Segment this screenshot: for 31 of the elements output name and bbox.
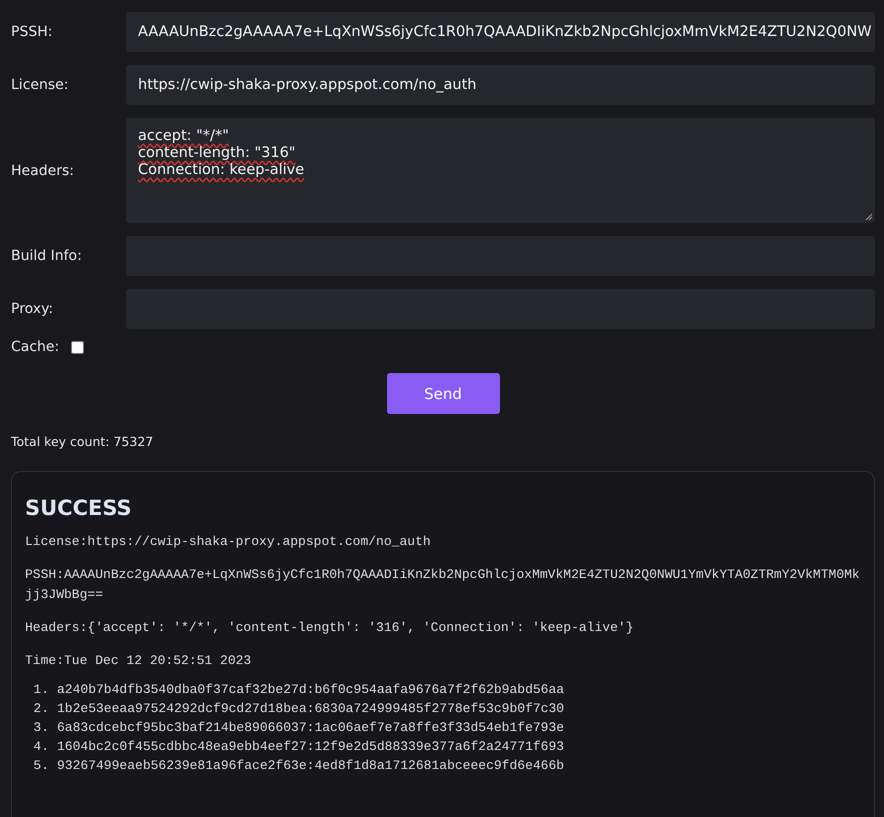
list-number: 2.: [32, 701, 49, 716]
field-label: Headers:: [11, 162, 75, 178]
key-text: 1604bc2c0f455cdbbc48ea9ebb4eef27:12f9e2d5d88339e377a6f2a24771f693: [57, 739, 564, 754]
list-number: 1.: [32, 682, 49, 697]
field-label: License:: [11, 77, 70, 93]
header-line: content-length: "316": [138, 145, 296, 161]
headers-textarea[interactable]: accept: "*/*" content-length: "316" Connection: keep-alive: [126, 118, 875, 223]
cache-label: Cache:: [11, 339, 60, 355]
result-line: Time:Tue Dec 12 20:52:51 2023: [25, 652, 252, 670]
list-number: 4.: [32, 739, 49, 754]
key-text: a240b7b4dfb3540dba0f37caf32be27d:b6f0c954aafa9676a7f2f62b9abd56aa: [57, 682, 564, 697]
input-field[interactable]: AAAAUnBzc2gAAAAA7e+LqXnWSs6jyCfc1R0h7QAAADIiKnZkb2NpcGhlcjoxMmVkM2E4ZTU2N2Q0NW: [126, 12, 875, 52]
input-field[interactable]: https://cwip-shaka-proxy.appspot.com/no_auth: [126, 65, 875, 105]
result-title: SUCCESS: [25, 496, 133, 520]
field-label: Build Info:: [11, 248, 83, 264]
header-line: Connection: keep-alive: [138, 162, 304, 178]
list-number: 3.: [32, 720, 49, 735]
field-label: Proxy:: [11, 301, 54, 317]
resize-grip-icon[interactable]: [865, 213, 873, 221]
send-button[interactable]: Send: [386, 373, 500, 414]
result-line: PSSH:AAAAUnBzc2gAAAAA7e+LqXnWSs6jyCfc1R0h7QAAADIiKnZkb2NpcGhlcjoxMmVkM2E4ZTU2N2Q0NWU1YmVkYTA0ZTRmY2VkMTM0Mkjj3JWbBg==: [25, 566, 861, 604]
result-line: Headers:{'accept': '*/*', 'content-length': '316', 'Connection': 'keep-alive'}: [25, 619, 634, 637]
field-label: PSSH:: [11, 24, 54, 40]
header-line: accept: "*/*": [138, 128, 229, 144]
list-number: 5.: [32, 758, 49, 773]
key-count-text: Total key count: 75327: [11, 434, 154, 449]
cache-checkbox[interactable]: [71, 340, 84, 354]
key-text: 6a83cdcebcf95bc3baf214be89066037:1ac06aef7e7a8ffe3f33d54eb1fe793e: [57, 720, 564, 735]
result-line: License:https://cwip-shaka-proxy.appspot.com/no_auth: [25, 533, 432, 551]
key-text: 1b2e53eeaa97524292dcf9cd27d18bea:6830a724999485f2778ef53c9b0f7c30: [57, 701, 564, 716]
key-text: 93267499eaeb56239e81a96face2f63e:4ed8f1d8a1712681abceeec9fd6e466b: [57, 758, 564, 773]
